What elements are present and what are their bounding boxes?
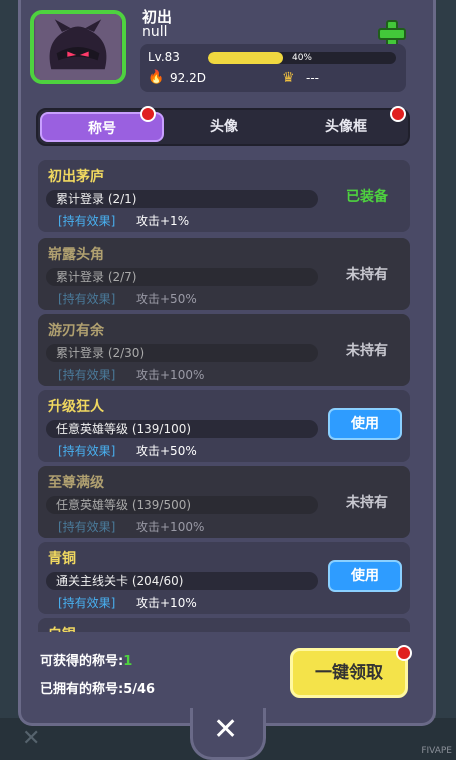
available-count: 1 [123, 654, 133, 669]
crown-value: --- [306, 71, 319, 85]
unowned-status: 未持有 [346, 495, 388, 511]
owned-label: 已拥有的称号: [40, 682, 124, 697]
effect-value: 攻击+50% [136, 444, 197, 458]
title-list[interactable]: 初出茅庐 累计登录 (2/1) [持有效果] 攻击+1% 已装备 崭露头角 累计… [36, 158, 414, 632]
effect-value: 攻击+10% [136, 596, 197, 610]
title-name: 升级狂人 [48, 399, 104, 415]
tab-avatars[interactable]: 头像 [164, 112, 284, 142]
background-left [0, 0, 20, 760]
effect-label: [持有效果] [58, 444, 116, 458]
use-title-button[interactable]: 使用 [328, 408, 402, 440]
title-requirement: 累计登录 (2/7) [46, 268, 318, 286]
title-requirement: 通关主线关卡 (204/60) [46, 572, 318, 590]
title-name: 至尊满级 [48, 475, 104, 491]
power-value: 92.2D [170, 71, 206, 85]
tab-avatar-frames-badge [390, 106, 406, 122]
tab-avatar-frames[interactable]: 头像框 [284, 112, 408, 142]
tab-titles-badge [140, 106, 156, 122]
effect-value: 攻击+100% [136, 368, 205, 382]
title-requirement: 任意英雄等级 (139/500) [46, 496, 318, 514]
watermark: FIVAPE [421, 746, 452, 756]
unowned-status: 未持有 [346, 343, 388, 359]
background-right [436, 0, 456, 760]
title-name: 崭露头角 [48, 247, 104, 263]
title-row-6: 白银 [38, 618, 410, 632]
effect-value: 攻击+100% [136, 520, 205, 534]
claim-all-badge [396, 645, 412, 661]
effect-label: [持有效果] [58, 520, 116, 534]
title-name: 青铜 [48, 551, 76, 567]
player-uid: null [142, 24, 168, 40]
available-titles: 可获得的称号:1 [40, 650, 132, 669]
title-row-0: 初出茅庐 累计登录 (2/1) [持有效果] 攻击+1% 已装备 [38, 160, 410, 232]
effect-label: [持有效果] [58, 368, 116, 382]
available-label: 可获得的称号: [40, 654, 124, 669]
effect-label: [持有效果] [58, 292, 116, 306]
exp-percent-label: 40% [291, 53, 312, 63]
stat-box: Lv.83 40% 🔥 92.2D ♛ --- [140, 44, 406, 92]
title-row-1: 崭露头角 累计登录 (2/7) [持有效果] 攻击+50% 未持有 [38, 238, 410, 310]
unowned-status: 未持有 [346, 267, 388, 283]
title-requirement: 累计登录 (2/30) [46, 344, 318, 362]
title-row-4: 至尊满级 任意英雄等级 (139/500) [持有效果] 攻击+100% 未持有 [38, 466, 410, 538]
title-name: 白银 [48, 624, 76, 632]
effect-value: 攻击+1% [136, 214, 190, 228]
title-row-5: 青铜 通关主线关卡 (204/60) [持有效果] 攻击+10% 使用 [38, 542, 410, 614]
title-requirement: 累计登录 (2/1) [46, 190, 318, 208]
tab-avatar-frames-label: 头像框 [325, 119, 367, 135]
equipped-status: 已装备 [346, 189, 388, 205]
effect-value: 攻击+50% [136, 292, 197, 306]
player-avatar[interactable] [30, 10, 126, 84]
crown-icon: ♛ [282, 70, 295, 86]
effect-label: [持有效果] [58, 596, 116, 610]
close-button[interactable]: ✕ [190, 708, 266, 760]
tab-titles-label: 称号 [88, 121, 116, 137]
add-plus-icon[interactable] [378, 20, 406, 48]
claim-all-label: 一键领取 [315, 663, 383, 683]
use-title-button[interactable]: 使用 [328, 560, 402, 592]
close-icon: ✕ [213, 712, 239, 747]
effect-label: [持有效果] [58, 214, 116, 228]
title-requirement: 任意英雄等级 (139/100) [46, 420, 318, 438]
avatar-helmet-icon [35, 14, 121, 80]
claim-all-button[interactable]: 一键领取 [290, 648, 408, 698]
tab-bar: 称号 头像 头像框 [36, 108, 410, 146]
owned-count: 5/46 [123, 682, 156, 697]
title-name: 初出茅庐 [48, 169, 104, 185]
level-label: Lv.83 [148, 50, 180, 64]
title-name: 游刃有余 [48, 323, 104, 339]
title-row-2: 游刃有余 累计登录 (2/30) [持有效果] 攻击+100% 未持有 [38, 314, 410, 386]
owned-titles: 已拥有的称号:5/46 [40, 678, 155, 697]
exp-progress-bar: 40% [208, 52, 396, 64]
background-close-icon: ✕ [22, 726, 41, 751]
tab-avatars-label: 头像 [210, 119, 238, 135]
title-row-3: 升级狂人 任意英雄等级 (139/100) [持有效果] 攻击+50% 使用 [38, 390, 410, 462]
fire-icon: 🔥 [148, 70, 165, 85]
